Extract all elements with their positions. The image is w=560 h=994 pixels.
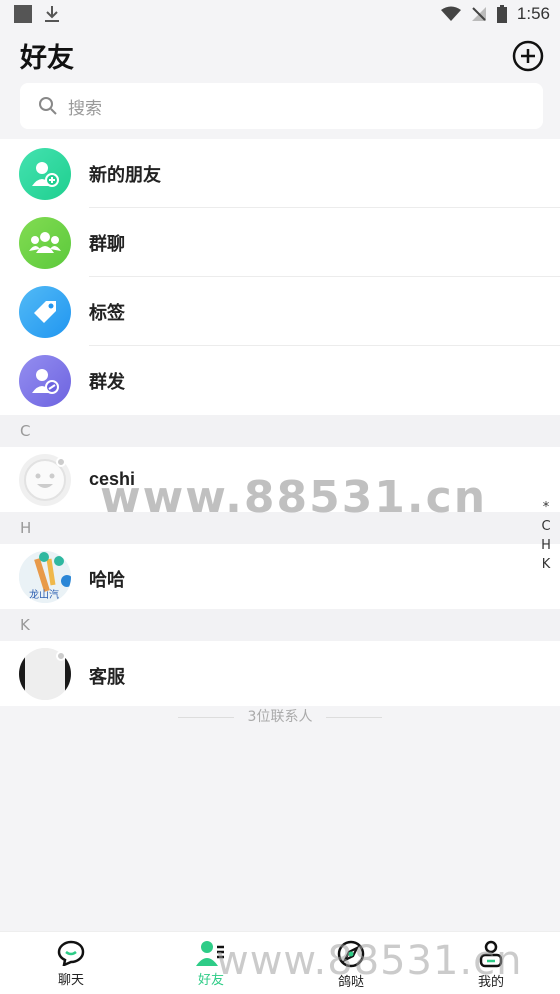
- app-notification-icon: [14, 5, 32, 23]
- status-time: 1:56: [516, 4, 550, 23]
- friend-list: 新的朋友 群聊 标签 群发 C ceshi H 龙山汽 哈哈 K 客服: [0, 139, 560, 706]
- menu-item-new-friends[interactable]: 新的朋友: [0, 139, 560, 208]
- menu-label: 新的朋友: [89, 164, 161, 186]
- battery-icon: [496, 5, 507, 23]
- tab-chat[interactable]: 聊天: [41, 940, 101, 988]
- menu-label: 群发: [89, 371, 125, 393]
- contact-name: 哈哈: [89, 570, 125, 591]
- header: 好友: [0, 30, 560, 80]
- divider: [177, 716, 234, 718]
- watermark: www.88531.cn: [100, 472, 488, 523]
- avatar-text: 龙山汽: [29, 588, 59, 601]
- index-letter[interactable]: H: [541, 538, 551, 553]
- tab-label: 聊天: [57, 973, 84, 988]
- group-chat-icon: [19, 217, 71, 269]
- status-bar: 1:56: [0, 0, 560, 30]
- alpha-index[interactable]: * C H K: [540, 500, 552, 572]
- section-header: K: [0, 609, 560, 641]
- menu-item-tags[interactable]: 标签: [0, 277, 560, 346]
- contact-row[interactable]: 龙山汽 哈哈: [0, 544, 560, 609]
- section-header: C: [0, 415, 560, 447]
- tag-icon: [19, 286, 71, 338]
- index-letter[interactable]: C: [541, 519, 550, 534]
- avatar: 龙山汽: [19, 551, 71, 603]
- search-placeholder: 搜索: [68, 98, 102, 119]
- search-icon: [39, 97, 57, 115]
- chat-icon: [57, 940, 85, 966]
- page-title: 好友: [20, 43, 74, 74]
- download-icon: [45, 6, 59, 22]
- menu-item-broadcast[interactable]: 群发: [0, 346, 560, 415]
- contact-name: 客服: [89, 667, 125, 688]
- index-letter[interactable]: *: [543, 500, 550, 515]
- menu-item-group-chat[interactable]: 群聊: [0, 208, 560, 277]
- divider: [326, 716, 383, 718]
- add-circle-icon[interactable]: [512, 40, 544, 72]
- watermark-bottom: www.88531.cn: [216, 938, 523, 984]
- broadcast-icon: [19, 355, 71, 407]
- contact-count: 3位联系人: [0, 706, 560, 726]
- menu-label: 群聊: [89, 233, 125, 255]
- contact-count-text: 3位联系人: [247, 709, 313, 725]
- no-signal-icon: [471, 7, 486, 21]
- menu-label: 标签: [89, 302, 125, 324]
- status-dot: [56, 457, 66, 467]
- search-input[interactable]: 搜索: [20, 83, 543, 129]
- index-letter[interactable]: K: [542, 557, 551, 572]
- wifi-icon: [440, 6, 461, 21]
- add-friend-icon: [19, 148, 71, 200]
- contact-row[interactable]: 客服: [0, 641, 560, 706]
- status-dot: [56, 651, 66, 661]
